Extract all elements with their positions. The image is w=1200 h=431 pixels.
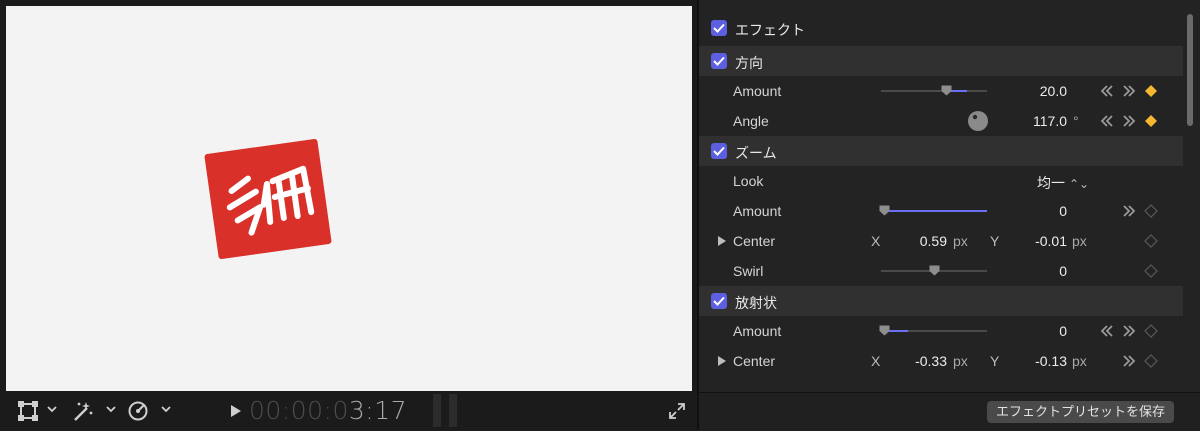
radial-center-x-value[interactable]: -0.33 [899, 353, 947, 369]
radial-center-y-axis: Y [990, 353, 1000, 369]
zoom-center-x-axis: X [871, 233, 881, 249]
zoom-look-popup[interactable]: 均一 ⌃⌄ [1037, 173, 1089, 193]
keyframe-next-icon[interactable] [1122, 204, 1136, 218]
radial-center-y-value[interactable]: -0.13 [1017, 353, 1067, 369]
keyframe-diamond-icon[interactable] [1144, 204, 1158, 218]
keyframe-diamond-icon[interactable] [1144, 114, 1158, 128]
chevron-down-icon[interactable] [46, 404, 58, 414]
keyframe-prev-icon[interactable] [1100, 324, 1114, 338]
updown-arrows-icon: ⌃⌄ [1069, 177, 1090, 191]
keyframe-next-icon[interactable] [1122, 324, 1136, 338]
direction-angle-label: Angle [733, 113, 769, 129]
keyframe-diamond-icon[interactable] [1144, 354, 1158, 368]
section-zoom: ズーム [699, 136, 1183, 166]
inspector-footer: エフェクトプリセットを保存 [699, 392, 1200, 431]
radial-amount-fill [887, 330, 908, 332]
zoom-swirl-value[interactable]: 0 [999, 263, 1067, 279]
keyframe-diamond-icon[interactable] [1144, 84, 1158, 98]
viewer-toolbar: 00:00:03:17 [0, 392, 697, 430]
keyframe-next-icon[interactable] [1122, 354, 1136, 368]
radial-center-row: Center X -0.33 px Y -0.13 px [699, 346, 1183, 376]
radial-amount-row: Amount 0 [699, 316, 1183, 346]
radial-center-x-axis: X [871, 353, 881, 369]
direction-amount-value[interactable]: 20.0 [999, 83, 1067, 99]
transform-icon[interactable] [17, 400, 39, 422]
checkmark-icon [713, 56, 725, 66]
radial-amount-knob[interactable] [879, 325, 890, 336]
disclosure-triangle-icon[interactable] [718, 356, 726, 366]
direction-checkbox[interactable] [711, 53, 727, 69]
checkmark-icon [713, 23, 725, 33]
keyframe-diamond-icon[interactable] [1144, 324, 1158, 338]
audio-meter-right [449, 394, 457, 427]
timecode-lit: 3:17 [348, 396, 408, 425]
zoom-center-x-value[interactable]: 0.59 [899, 233, 947, 249]
zoom-checkbox[interactable] [711, 143, 727, 159]
zoom-swirl-label: Swirl [733, 263, 764, 279]
zoom-center-y-unit: px [1072, 233, 1087, 249]
save-effects-preset-button[interactable]: エフェクトプリセットを保存 [987, 401, 1174, 423]
checkmark-icon [713, 296, 725, 306]
zoom-center-y-value[interactable]: -0.01 [1017, 233, 1067, 249]
zoom-amount-value[interactable]: 0 [999, 203, 1067, 219]
keyframe-diamond-icon[interactable] [1144, 264, 1158, 278]
keyframe-next-icon[interactable] [1122, 84, 1136, 98]
angle-dial[interactable] [967, 110, 989, 132]
direction-amount-label: Amount [733, 83, 782, 99]
radial-amount-label: Amount [733, 323, 782, 339]
chevron-down-icon[interactable] [105, 404, 117, 414]
direction-amount-row: Amount 20.0 [699, 76, 1183, 106]
zoom-swirl-knob[interactable] [929, 265, 940, 276]
keyframe-prev-icon[interactable] [1100, 84, 1114, 98]
radial-amount-value[interactable]: 0 [999, 323, 1067, 339]
timecode-dim: 00:00:0 [249, 396, 349, 425]
radial-center-x-unit: px [953, 353, 968, 369]
inspector-scrollbar[interactable] [1187, 14, 1193, 126]
viewer: 00:00:03:17 [0, 0, 697, 430]
play-icon[interactable] [229, 403, 243, 419]
disclosure-triangle-icon[interactable] [718, 236, 726, 246]
keyframe-next-icon[interactable] [1122, 114, 1136, 128]
zoom-center-row: Center X 0.59 px Y -0.01 px [699, 226, 1183, 256]
zoom-swirl-row: Swirl 0 [699, 256, 1183, 286]
zoom-amount-fill [887, 210, 987, 212]
effects-header-row: エフェクト [699, 13, 1183, 43]
radial-checkbox[interactable] [711, 293, 727, 309]
speed-icon[interactable] [127, 400, 149, 422]
chevron-down-icon[interactable] [160, 404, 172, 414]
fullscreen-icon[interactable] [668, 402, 686, 420]
direction-amount-slider[interactable] [881, 90, 987, 92]
radial-center-y-unit: px [1072, 353, 1087, 369]
direction-angle-row: Angle 117.0 ° [699, 106, 1183, 136]
direction-amount-knob[interactable] [941, 85, 952, 96]
direction-angle-value[interactable]: 117.0 [999, 113, 1067, 129]
section-direction: 方向 [699, 46, 1183, 76]
radial-center-label: Center [733, 353, 776, 369]
timecode-display: 00:00:03:17 [249, 396, 407, 425]
zoom-title: ズーム [735, 145, 777, 161]
zoom-look-row: Look 均一 ⌃⌄ [699, 166, 1183, 196]
checkmark-icon [713, 146, 725, 156]
section-radial: 放射状 [699, 286, 1183, 316]
zoom-amount-knob[interactable] [879, 205, 890, 216]
radial-title: 放射状 [735, 295, 777, 311]
audio-meter-left [433, 394, 441, 427]
effects-header-title: エフェクト [735, 22, 805, 38]
red-seal-image [204, 138, 332, 260]
zoom-look-label: Look [733, 173, 764, 189]
zoom-look-value: 均一 [1037, 175, 1065, 191]
keyframe-diamond-icon[interactable] [1144, 234, 1158, 248]
zoom-amount-label: Amount [733, 203, 782, 219]
effects-checkbox[interactable] [711, 20, 727, 36]
direction-angle-unit: ° [1073, 113, 1079, 129]
zoom-amount-row: Amount 0 [699, 196, 1183, 226]
keyframe-prev-icon[interactable] [1100, 114, 1114, 128]
direction-title: 方向 [735, 55, 763, 71]
magic-wand-icon[interactable] [71, 400, 95, 422]
zoom-center-x-unit: px [953, 233, 968, 249]
zoom-center-label: Center [733, 233, 776, 249]
viewer-canvas[interactable] [6, 6, 692, 391]
zoom-center-y-axis: Y [990, 233, 1000, 249]
